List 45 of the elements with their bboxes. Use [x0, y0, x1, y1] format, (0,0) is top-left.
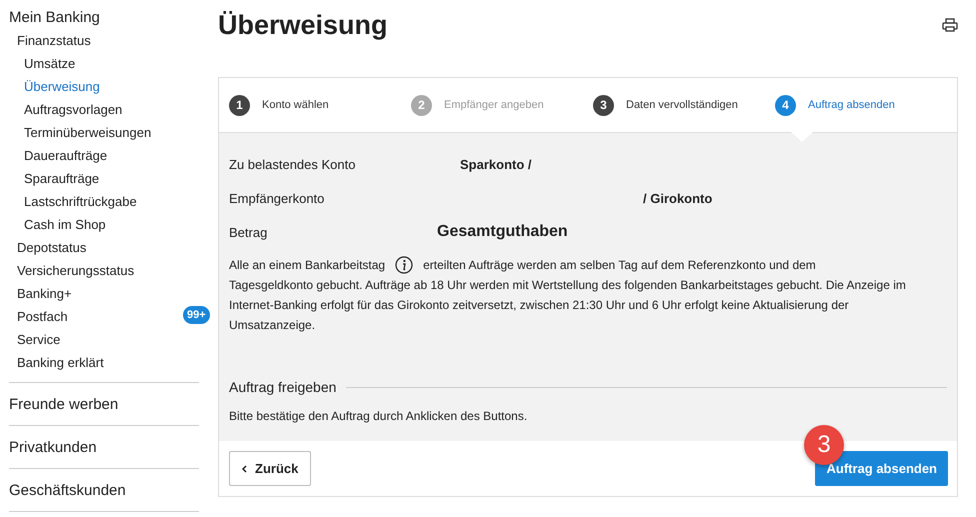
field-label: Betrag	[229, 224, 268, 240]
chevron-left-icon	[242, 464, 247, 472]
submit-button[interactable]: Auftrag absenden	[815, 451, 948, 486]
instruction-text: Bitte bestätige den Auftrag durch Anklicken des Buttons.	[229, 409, 528, 423]
notice-text: Tagesgeldkonto gebucht. Aufträge ab 18 Uhr werden mit Wertstellung des folgenden Bankarbeitstages gebucht. Die Anzeige im Internet-Banking erfolgt für das Girokonto zeitversetzt, zwischen 21:30 Uhr und 6 Uhr erfolgt keine Aktualisierung der Umsatzanzeige.	[229, 277, 907, 334]
sidebar-item[interactable]: Überweisung	[9, 75, 100, 98]
step-label[interactable]: Auftrag absenden	[808, 99, 895, 111]
sidebar-section-link[interactable]: Geschäftskunden	[9, 468, 199, 511]
sidebar-item[interactable]: Finanzstatus	[9, 29, 91, 52]
back-button[interactable]: Zurück	[229, 451, 312, 486]
step-number: 3	[593, 94, 614, 116]
step-label[interactable]: Konto wählen	[262, 99, 329, 111]
sidebar-item[interactable]: Postfach	[9, 305, 68, 328]
sidebar-section-link[interactable]: Freunde werben	[9, 382, 199, 425]
sidebar-item[interactable]: Sparaufträge	[9, 167, 100, 190]
step-number: 2	[411, 94, 432, 116]
field-value: Gesamtguthaben	[437, 223, 568, 241]
sidebar-item[interactable]: Terminüberweisungen	[9, 121, 152, 144]
sidebar-item[interactable]: Mein Banking	[9, 6, 100, 29]
field-value: Sparkonto /	[460, 156, 532, 172]
info-icon[interactable]	[395, 256, 414, 274]
page-title: Überweisung	[218, 10, 388, 41]
notice-text: erteilten Aufträge werden am selben Tag auf dem Referenzkonto und dem	[423, 257, 816, 274]
field-label: Zu belastendes Konto	[229, 156, 356, 172]
sidebar-item[interactable]: Banking erklärt	[9, 351, 104, 374]
step-number: 1	[229, 94, 250, 116]
step-number: 4	[775, 94, 796, 116]
sidebar-section-link[interactable]: Privatkunden	[9, 425, 199, 468]
notice-text: Alle an einem Bankarbeitstag	[229, 257, 386, 274]
sidebar-item[interactable]: Cash im Shop	[9, 213, 106, 236]
field-value: / Girokonto	[643, 190, 712, 206]
field-label: Empfängerkonto	[229, 190, 326, 206]
sidebar-item[interactable]: Service	[9, 328, 60, 351]
sidebar-item[interactable]: Versicherungsstatus	[9, 259, 134, 282]
unread-badge: 99+	[183, 306, 210, 324]
printer-icon[interactable]	[942, 18, 958, 32]
sidebar-item[interactable]: Depotstatus	[9, 236, 86, 259]
sidebar-item[interactable]: Daueraufträge	[9, 144, 108, 167]
sidebar-item[interactable]: Auftragsvorlagen	[9, 98, 122, 121]
step-pointer	[791, 132, 813, 142]
section-heading: Auftrag freigeben	[229, 379, 336, 395]
step-label[interactable]: Daten vervollständigen	[626, 99, 738, 111]
sidebar-item[interactable]: Banking+	[9, 282, 72, 305]
sidebar-item[interactable]: Lastschriftrückgabe	[9, 190, 137, 213]
sidebar-item[interactable]: Umsätze	[9, 52, 76, 75]
